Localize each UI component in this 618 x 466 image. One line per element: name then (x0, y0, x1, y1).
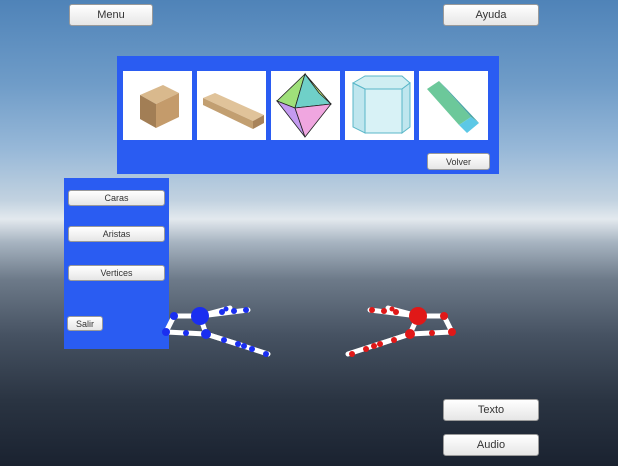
audio-button[interactable]: Audio (443, 434, 539, 456)
vertices-button[interactable]: Vertices (68, 265, 165, 281)
shape-gallery-panel: Volver (117, 56, 499, 174)
gallery-item-beam[interactable] (197, 71, 266, 140)
cube-icon (140, 85, 179, 128)
gallery-item-cube[interactable] (123, 71, 192, 140)
edges-button[interactable]: Aristas (68, 226, 165, 242)
back-button[interactable]: Volver (427, 153, 490, 170)
exit-button[interactable]: Salir (67, 316, 103, 331)
properties-panel: Caras Aristas Vertices Salir (64, 178, 169, 349)
text-button[interactable]: Texto (443, 399, 539, 421)
wooden-beam-icon (203, 93, 264, 129)
menu-button[interactable]: Menu (69, 4, 153, 26)
faces-button[interactable]: Caras (68, 190, 165, 206)
gallery-item-octahedron[interactable] (271, 71, 340, 140)
gallery-item-hexagonal-prism[interactable] (345, 71, 414, 140)
hexagonal-prism-icon (351, 75, 411, 134)
right-hand-skeleton (345, 305, 456, 357)
help-button[interactable]: Ayuda (443, 4, 539, 26)
octahedron-icon (275, 72, 332, 138)
gallery-item-oblique-prism[interactable] (419, 71, 488, 140)
oblique-prism-icon (427, 81, 479, 133)
left-hand-skeleton (162, 305, 271, 357)
